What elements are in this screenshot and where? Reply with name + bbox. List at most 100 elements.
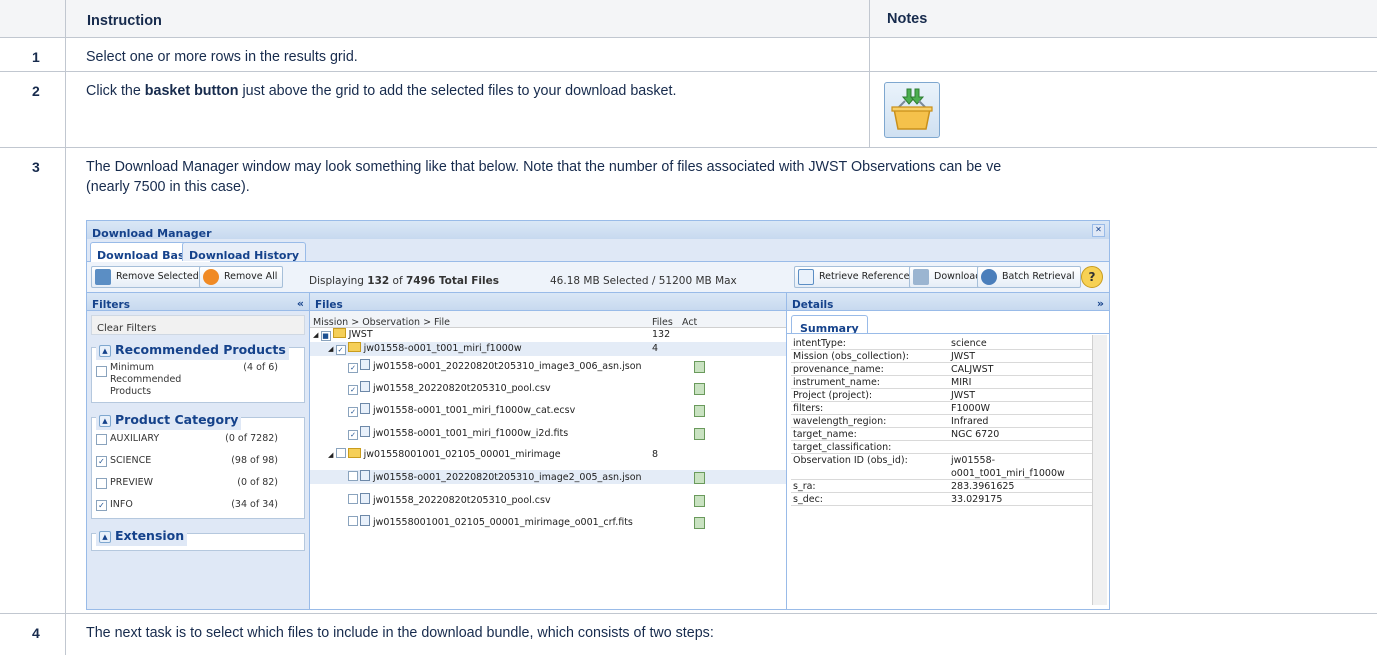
tree-file-row[interactable]: ✓ jw01558-o001_t001_miri_f1000w_i2d.fits	[310, 426, 786, 440]
expand-arrow-icon[interactable]: ◢	[328, 451, 336, 459]
checkbox[interactable]	[96, 366, 107, 377]
displaying-pre: Displaying	[309, 275, 368, 287]
table-row: 4 The next task is to select which files…	[0, 614, 1377, 655]
clear-filters-button[interactable]: Clear Filters	[91, 315, 305, 335]
file-action-icon[interactable]	[694, 495, 705, 507]
close-icon[interactable]: ✕	[1092, 224, 1105, 237]
tree-file-row[interactable]: ✓ jw01558_20220820t205310_pool.csv	[310, 381, 786, 395]
checkbox[interactable]: ✓	[348, 363, 358, 373]
checkbox[interactable]: ✓	[348, 430, 358, 440]
details-value: jw01558-o001_t001_miri_f1000w	[951, 455, 1065, 479]
details-scrollbar[interactable]	[1092, 335, 1107, 605]
details-key: Observation ID (obs_id):	[793, 455, 908, 466]
tree-item-count: 132	[652, 329, 671, 340]
collapse-group-icon[interactable]: ▲	[99, 415, 111, 427]
checkbox[interactable]	[348, 471, 358, 481]
file-action-icon[interactable]	[694, 472, 705, 484]
filter-item[interactable]: ✓ SCIENCE (98 of 98)	[96, 450, 300, 472]
collapse-left-icon[interactable]: «	[297, 294, 304, 314]
tree-file-row[interactable]: jw01558001001_02105_00001_mirimage_o001_…	[310, 515, 786, 529]
download-basket-icon	[884, 82, 940, 138]
remove-all-button[interactable]: Remove All	[199, 266, 284, 288]
details-row: s_dec: 33.029175	[791, 492, 1101, 506]
checkbox[interactable]	[335, 448, 346, 458]
tree-file-row[interactable]: ✓ jw01558-o001_20220820t205310_image3_006…	[310, 359, 786, 373]
tree-folder-row[interactable]: ◢ ■ JWST 132	[310, 328, 786, 342]
filter-group-title[interactable]: ▲ Extension	[96, 526, 188, 546]
step-text: The next task is to select which files t…	[86, 625, 714, 641]
filter-group-label: Extension	[115, 528, 185, 543]
file-action-icon[interactable]	[694, 405, 705, 417]
remove-selected-button[interactable]: Remove Selected	[91, 266, 205, 288]
file-action-icon[interactable]	[694, 361, 705, 373]
tab-download-history[interactable]: Download History	[182, 242, 307, 262]
filter-item-count: (4 of 6)	[243, 362, 278, 373]
filter-item-label: Minimum Recommended Products	[110, 362, 182, 397]
details-value: 33.029175	[951, 494, 1003, 505]
step-text-line2: (nearly 7500 in this case).	[86, 179, 250, 195]
filter-item-count: (98 of 98)	[231, 455, 278, 466]
step-text: Select one or more rows in the results g…	[86, 49, 358, 65]
checkbox[interactable]	[96, 478, 107, 489]
file-action-icon[interactable]	[694, 517, 705, 529]
tab-summary[interactable]: Summary	[791, 315, 868, 335]
checkbox-checked[interactable]: ✓	[96, 456, 107, 467]
checkbox[interactable]	[348, 516, 358, 526]
file-icon	[360, 470, 370, 481]
tree-folder-row[interactable]: ◢ ✓ jw01558-o001_t001_miri_f1000w 4	[310, 342, 786, 356]
filter-item[interactable]: ✓ INFO (34 of 34)	[96, 494, 300, 516]
checkbox[interactable]	[348, 494, 358, 504]
details-row: intentType: science	[791, 336, 1101, 350]
displaying-mid: of	[389, 275, 406, 287]
dm-tab-bar: Download Basket Download History	[87, 239, 1109, 262]
download-button[interactable]: Download	[909, 266, 988, 288]
file-icon	[360, 381, 370, 392]
step-text-line1: The Download Manager window may look som…	[86, 159, 1002, 175]
header-num-cell	[0, 0, 66, 37]
filters-title: Filters	[92, 299, 130, 311]
details-tab-divider	[787, 333, 1109, 334]
checkbox-checked[interactable]: ✓	[96, 500, 107, 511]
filter-item-label: AUXILIARY	[110, 433, 160, 444]
folder-icon	[332, 328, 346, 338]
tree-item-name: jw01558-o001_t001_miri_f1000w_cat.ecsv	[373, 405, 576, 416]
batch-retrieval-button[interactable]: Batch Retrieval	[977, 266, 1081, 288]
trash-icon	[95, 269, 111, 285]
basket-button-term: basket button	[144, 83, 239, 99]
checkbox[interactable]: ■	[320, 331, 331, 341]
tree-file-row[interactable]: jw01558_20220820t205310_pool.csv	[310, 493, 786, 507]
tree-item-name: jw01558001001_02105_00001_mirimage_o001_…	[373, 517, 633, 528]
collapse-group-icon[interactable]: ▲	[99, 345, 111, 357]
expand-arrow-icon[interactable]: ◢	[328, 345, 336, 353]
details-header: Details »	[787, 293, 1109, 311]
checkbox[interactable]: ✓	[348, 407, 358, 417]
file-action-icon[interactable]	[694, 428, 705, 440]
filter-group-title[interactable]: ▲ Recommended Products	[96, 340, 289, 360]
collapse-group-icon[interactable]: ▲	[99, 531, 111, 543]
tree-file-row[interactable]: jw01558-o001_20220820t205310_image2_005_…	[310, 470, 786, 484]
filter-group-title[interactable]: ▲ Product Category	[96, 410, 242, 430]
tree-file-row[interactable]: ✓ jw01558-o001_t001_miri_f1000w_cat.ecsv	[310, 403, 786, 417]
details-row: Observation ID (obs_id): jw01558-o001_t00…	[791, 453, 1101, 480]
expand-arrow-icon[interactable]: ◢	[313, 331, 321, 339]
checkbox[interactable]: ✓	[335, 345, 346, 355]
filter-item-label: INFO	[110, 499, 133, 510]
filter-item[interactable]: PREVIEW (0 of 82)	[96, 472, 300, 494]
help-icon[interactable]: ?	[1081, 266, 1103, 288]
retrieve-references-button[interactable]: Retrieve References	[794, 266, 921, 288]
filter-item[interactable]: AUXILIARY (0 of 7282)	[96, 428, 300, 450]
tree-item-name: jw01558-o001_20220820t205310_image2_005_…	[373, 472, 642, 483]
checkbox[interactable]	[96, 434, 107, 445]
file-icon	[360, 359, 370, 370]
table-row: 2 Click the basket button just above the…	[0, 72, 1377, 148]
filter-item[interactable]: Minimum Recommended Products (4 of 6)	[96, 360, 300, 400]
details-row: filters: F1000W	[791, 401, 1101, 415]
file-action-icon[interactable]	[694, 383, 705, 395]
tree-folder-row[interactable]: ◢ jw01558001001_02105_00001_mirimage 8	[310, 448, 786, 462]
header-notes: Notes	[887, 11, 928, 27]
checkbox[interactable]: ✓	[348, 385, 358, 395]
file-icon	[360, 493, 370, 504]
expand-right-icon[interactable]: »	[1097, 294, 1104, 314]
table-header-row: Instruction Notes	[0, 0, 1377, 38]
dm-toolbar: Remove Selected Remove All Displaying 13…	[87, 262, 1109, 293]
